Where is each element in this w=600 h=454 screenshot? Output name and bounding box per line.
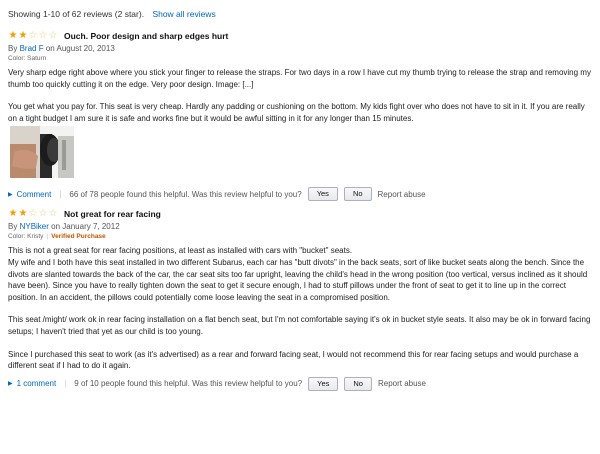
divider: | [59, 189, 62, 199]
helpful-text: 9 of 10 people found this helpful. Was t… [74, 379, 303, 389]
review-byline: By Brad F on August 20, 2013 [8, 43, 594, 54]
review-date: on January 7, 2012 [51, 222, 120, 232]
helpful-text: 66 of 78 people found this helpful. Was … [69, 189, 302, 199]
star-empty-icon: ☆ [48, 208, 58, 220]
by-label: By [8, 222, 18, 232]
star-filled-icon: ★ [8, 208, 18, 220]
reviews-page: Showing 1-10 of 62 reviews (2 star). Sho… [8, 8, 594, 392]
star-empty-icon: ☆ [28, 30, 38, 41]
review-title-row: ★ ★ ☆ ☆ ☆ Not great for rear facing [8, 208, 594, 220]
helpful-yes-button[interactable]: Yes [307, 187, 338, 202]
review-meta: Color: Saturn [8, 54, 594, 64]
product-color: Color: Saturn [8, 55, 47, 62]
divider: | [64, 379, 67, 389]
review-paragraph: This seat /might/ work ok in rear facing… [8, 315, 591, 336]
star-empty-icon: ☆ [28, 208, 38, 220]
helpful-no-button[interactable]: No [343, 187, 372, 202]
review-2: ★ ★ ☆ ☆ ☆ Not great for rear facing By N… [8, 208, 594, 391]
review-author-link[interactable]: Brad F [20, 44, 44, 53]
report-abuse-link[interactable]: Report abuse [378, 379, 426, 388]
report-abuse-link[interactable]: Report abuse [378, 190, 426, 199]
star-rating[interactable]: ★ ★ ☆ ☆ ☆ [8, 31, 58, 41]
helpful-yes-button[interactable]: Yes [308, 376, 339, 391]
reviews-summary: Showing 1-10 of 62 reviews (2 star). [8, 9, 145, 19]
meta-divider: | [46, 233, 49, 241]
star-filled-icon: ★ [18, 30, 28, 41]
triangle-right-icon: ▶ [8, 381, 13, 388]
show-all-reviews-link[interactable]: Show all reviews [152, 9, 215, 19]
by-label: By [8, 44, 18, 53]
review-title[interactable]: Not great for rear facing [64, 209, 161, 219]
review-1: ★ ★ ☆ ☆ ☆ Ouch. Poor design and sharp ed… [8, 30, 594, 202]
star-rating[interactable]: ★ ★ ☆ ☆ ☆ [8, 209, 58, 219]
review-body: Very sharp edge right above where you st… [8, 67, 594, 124]
helpful-no-button[interactable]: No [344, 376, 372, 391]
star-empty-icon: ☆ [38, 208, 48, 220]
reviews-header: Showing 1-10 of 62 reviews (2 star). Sho… [8, 8, 594, 22]
star-filled-icon: ★ [18, 208, 28, 220]
review-image-thumbnail[interactable] [10, 126, 74, 179]
review-footer: ▶ Comment | 66 of 78 people found this h… [8, 186, 594, 202]
review-meta: Color: Kristy | Verified Purchase [8, 232, 594, 242]
product-color: Color: Kristy [8, 233, 44, 241]
review-paragraph: Very sharp edge right above where you st… [8, 68, 591, 89]
review-paragraph: You get what you pay for. This seat is v… [8, 102, 585, 123]
review-date: on August 20, 2013 [45, 44, 115, 53]
review-byline: By NYBiker on January 7, 2012 [8, 221, 594, 232]
verified-purchase-badge[interactable]: Verified Purchase [51, 233, 106, 240]
star-empty-icon: ☆ [38, 30, 48, 41]
triangle-right-icon: ▶ [8, 191, 13, 198]
comment-link[interactable]: Comment [17, 190, 52, 199]
star-filled-icon: ★ [8, 30, 18, 41]
review-title[interactable]: Ouch. Poor design and sharp edges hurt [64, 31, 228, 41]
review-author-link[interactable]: NYBiker [20, 222, 49, 231]
review-paragraph: Since I purchased this seat to work (as … [8, 349, 579, 371]
comment-link[interactable]: 1 comment [17, 379, 57, 388]
review-title-row: ★ ★ ☆ ☆ ☆ Ouch. Poor design and sharp ed… [8, 30, 594, 42]
review-body: This is not a great seat for rear facing… [8, 245, 594, 371]
star-empty-icon: ☆ [48, 30, 58, 41]
review-paragraph: This is not a great seat for rear facing… [8, 246, 588, 302]
review-footer: ▶ 1 comment | 9 of 10 people found this … [8, 376, 594, 392]
